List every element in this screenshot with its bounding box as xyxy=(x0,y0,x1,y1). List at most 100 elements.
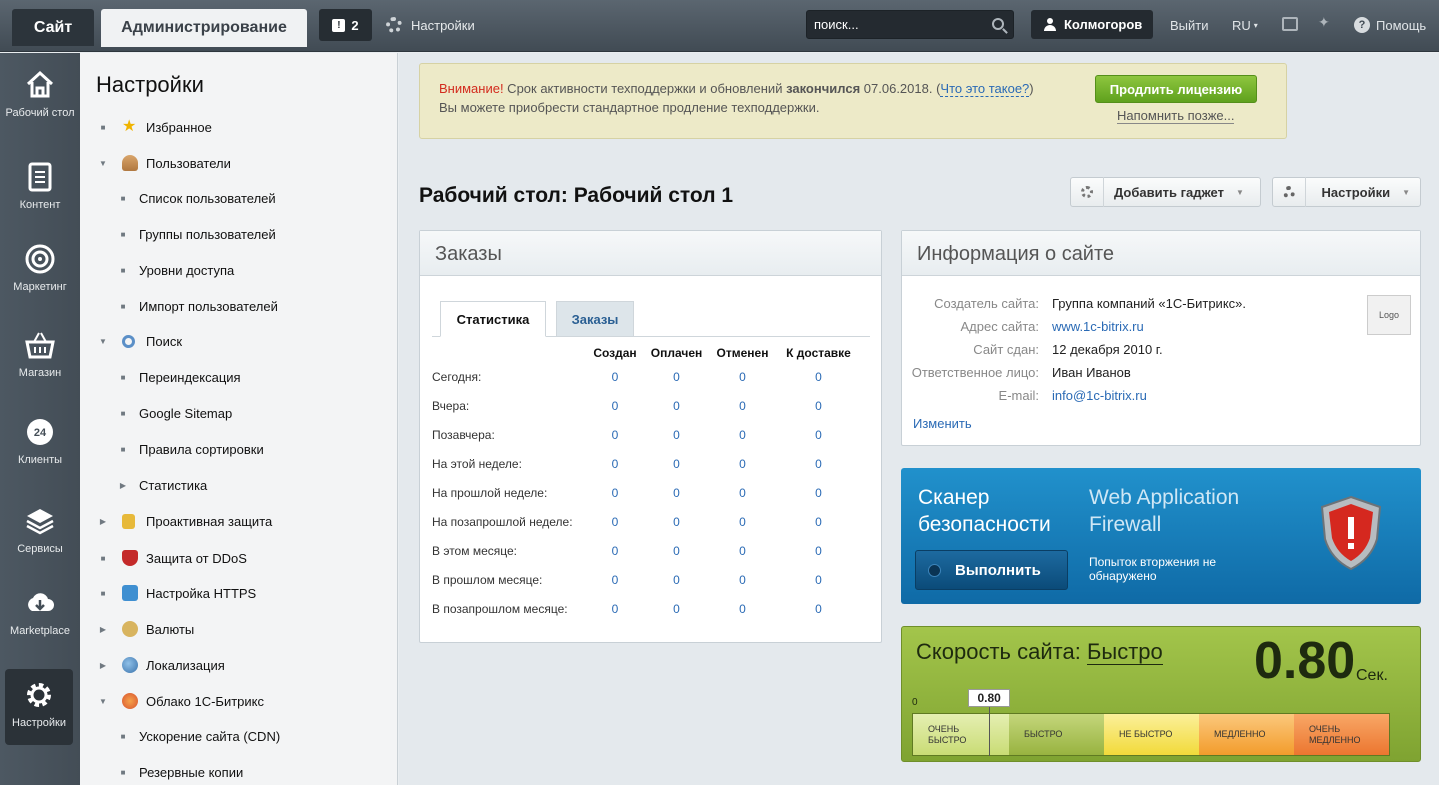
email-link[interactable]: info@1c-bitrix.ru xyxy=(1052,388,1147,403)
top-settings-link[interactable]: Настройки xyxy=(386,9,475,41)
nav-item-users[interactable]: ▼ Пользователи xyxy=(98,155,231,171)
stat-value[interactable]: 0 xyxy=(780,565,857,594)
window-icon[interactable] xyxy=(1282,17,1298,31)
stat-value[interactable]: 0 xyxy=(780,450,857,479)
stat-value[interactable]: 0 xyxy=(780,594,857,623)
stat-value[interactable]: 0 xyxy=(705,450,780,479)
stat-value[interactable]: 0 xyxy=(705,392,780,421)
stat-value[interactable]: 0 xyxy=(582,392,648,421)
edit-link[interactable]: Изменить xyxy=(913,416,972,431)
nav-item-user-import[interactable]: ■ Импорт пользователей xyxy=(98,299,278,314)
stat-value[interactable]: 0 xyxy=(705,479,780,508)
iconbar-shop[interactable]: Магазин xyxy=(0,329,80,379)
notifications-button[interactable]: ! 2 xyxy=(319,9,372,41)
row-label: В позапрошлом месяце: xyxy=(432,601,568,616)
run-scanner-button[interactable]: Выполнить xyxy=(915,550,1068,590)
nav-item-google-sitemap[interactable]: ■ Google Sitemap xyxy=(98,406,233,421)
stat-value[interactable]: 0 xyxy=(648,594,705,623)
desktop-settings-button[interactable]: Настройки ▼ xyxy=(1272,177,1421,207)
orders-title[interactable]: Заказы xyxy=(420,231,881,276)
nav-item-reindex[interactable]: ■ Переиндексация xyxy=(98,370,241,385)
stat-value[interactable]: 0 xyxy=(582,363,648,392)
stat-value[interactable]: 0 xyxy=(780,392,857,421)
nav-item-https[interactable]: ■ Настройка HTTPS xyxy=(98,585,256,601)
scale-zero-label: 0 xyxy=(912,697,918,708)
nav-item-label: Правила сортировки xyxy=(139,442,264,457)
nav-item-cdn[interactable]: ■ Ускорение сайта (CDN) xyxy=(98,729,281,744)
col-paid: Оплачен xyxy=(650,346,703,360)
stat-value[interactable]: 0 xyxy=(582,421,648,450)
iconbar-desktop[interactable]: Рабочий стол xyxy=(0,69,80,119)
iconbar-content[interactable]: Контент xyxy=(0,161,80,211)
nav-item-favorites[interactable]: ■ ★ Избранное xyxy=(98,119,212,135)
stat-value[interactable]: 0 xyxy=(705,507,780,536)
nav-item-sort-rules[interactable]: ■ Правила сортировки xyxy=(98,442,264,457)
iconbar-clients[interactable]: 24 Клиенты xyxy=(0,416,80,466)
stat-value[interactable]: 0 xyxy=(582,536,648,565)
stat-value[interactable]: 0 xyxy=(648,450,705,479)
iconbar-services[interactable]: Сервисы xyxy=(0,505,80,555)
scanner-title-line1: Сканер xyxy=(918,486,990,509)
nav-item-proactive-protection[interactable]: ▶ Проактивная защита xyxy=(98,514,272,529)
stat-value[interactable]: 0 xyxy=(780,421,857,450)
logout-link[interactable]: Выйти xyxy=(1170,9,1209,41)
stat-value[interactable]: 0 xyxy=(648,565,705,594)
stat-value[interactable]: 0 xyxy=(582,594,648,623)
stat-value[interactable]: 0 xyxy=(705,363,780,392)
nav-item-currencies[interactable]: ▶ Валюты xyxy=(98,621,194,637)
tab-statistics[interactable]: Статистика xyxy=(440,301,546,337)
clients-24-icon: 24 xyxy=(27,419,53,445)
stat-value[interactable]: 0 xyxy=(705,565,780,594)
stat-value[interactable]: 0 xyxy=(648,536,705,565)
stat-value[interactable]: 0 xyxy=(705,421,780,450)
admin-tab[interactable]: Администрирование xyxy=(101,9,307,47)
nav-item-backups[interactable]: ■ Резервные копии xyxy=(98,765,244,780)
nav-item-statistics[interactable]: ▶ Статистика xyxy=(98,478,207,493)
stat-value[interactable]: 0 xyxy=(582,479,648,508)
nav-item-localization[interactable]: ▶ Локализация xyxy=(98,657,225,673)
stat-value[interactable]: 0 xyxy=(705,536,780,565)
stat-value[interactable]: 0 xyxy=(582,450,648,479)
iconbar-marketplace[interactable]: Marketplace xyxy=(0,587,80,637)
nav-item-access-levels[interactable]: ■ Уровни доступа xyxy=(98,263,235,278)
stat-value[interactable]: 0 xyxy=(780,363,857,392)
stat-value[interactable]: 0 xyxy=(648,507,705,536)
user-button[interactable]: Колмогоров xyxy=(1031,10,1153,39)
renew-license-button[interactable]: Продлить лицензию xyxy=(1095,75,1257,103)
help-link[interactable]: ? Помощь xyxy=(1354,9,1426,41)
iconbar-marketing[interactable]: Маркетинг xyxy=(0,243,80,293)
add-gadget-label: Добавить гаджет xyxy=(1114,184,1224,200)
stat-value[interactable]: 0 xyxy=(705,594,780,623)
stat-value[interactable]: 0 xyxy=(780,507,857,536)
stat-value[interactable]: 0 xyxy=(780,536,857,565)
iconbar-settings[interactable]: Настройки xyxy=(5,669,73,745)
stat-value[interactable]: 0 xyxy=(648,363,705,392)
stat-value[interactable]: 0 xyxy=(780,479,857,508)
stat-value[interactable]: 0 xyxy=(648,479,705,508)
nav-item-user-list[interactable]: ■ Список пользователей xyxy=(98,191,276,206)
nav-item-ddos[interactable]: ■ Защита от DDoS xyxy=(98,550,247,566)
remind-later-link[interactable]: Напомнить позже... xyxy=(1117,108,1235,124)
stat-value[interactable]: 0 xyxy=(648,421,705,450)
site-tab[interactable]: Сайт xyxy=(12,9,94,46)
site-address-link[interactable]: www.1c-bitrix.ru xyxy=(1052,319,1144,334)
speed-rating-link[interactable]: Быстро xyxy=(1086,639,1163,665)
waf-status-line1: Попыток вторжения не xyxy=(1089,555,1217,569)
nav-item-user-groups[interactable]: ■ Группы пользователей xyxy=(98,227,276,242)
stat-value[interactable]: 0 xyxy=(648,392,705,421)
info-value: Иван Иванов xyxy=(1052,365,1131,380)
stat-value[interactable]: 0 xyxy=(582,565,648,594)
table-row: Позавчера: 0 0 0 0 xyxy=(432,421,857,450)
nav-item-bitrix-cloud[interactable]: ▼ Облако 1С-Битрикс xyxy=(98,693,264,709)
pin-icon[interactable]: ✦ xyxy=(1318,14,1334,30)
nav-item-search[interactable]: ▼ Поиск xyxy=(98,334,182,349)
language-select[interactable]: RU ▾ xyxy=(1232,9,1258,41)
stat-value[interactable]: 0 xyxy=(582,507,648,536)
what-is-this-link[interactable]: Что это такое? xyxy=(940,81,1030,97)
search-input[interactable]: поиск... xyxy=(806,10,1014,39)
search-icon[interactable] xyxy=(992,18,1004,30)
security-scanner-gadget: Сканер безопасности Выполнить Web Applic… xyxy=(901,468,1421,604)
tab-orders[interactable]: Заказы xyxy=(556,301,634,337)
add-gadget-button[interactable]: Добавить гаджет ▼ xyxy=(1070,177,1261,207)
site-info-title[interactable]: Информация о сайте xyxy=(902,231,1420,276)
